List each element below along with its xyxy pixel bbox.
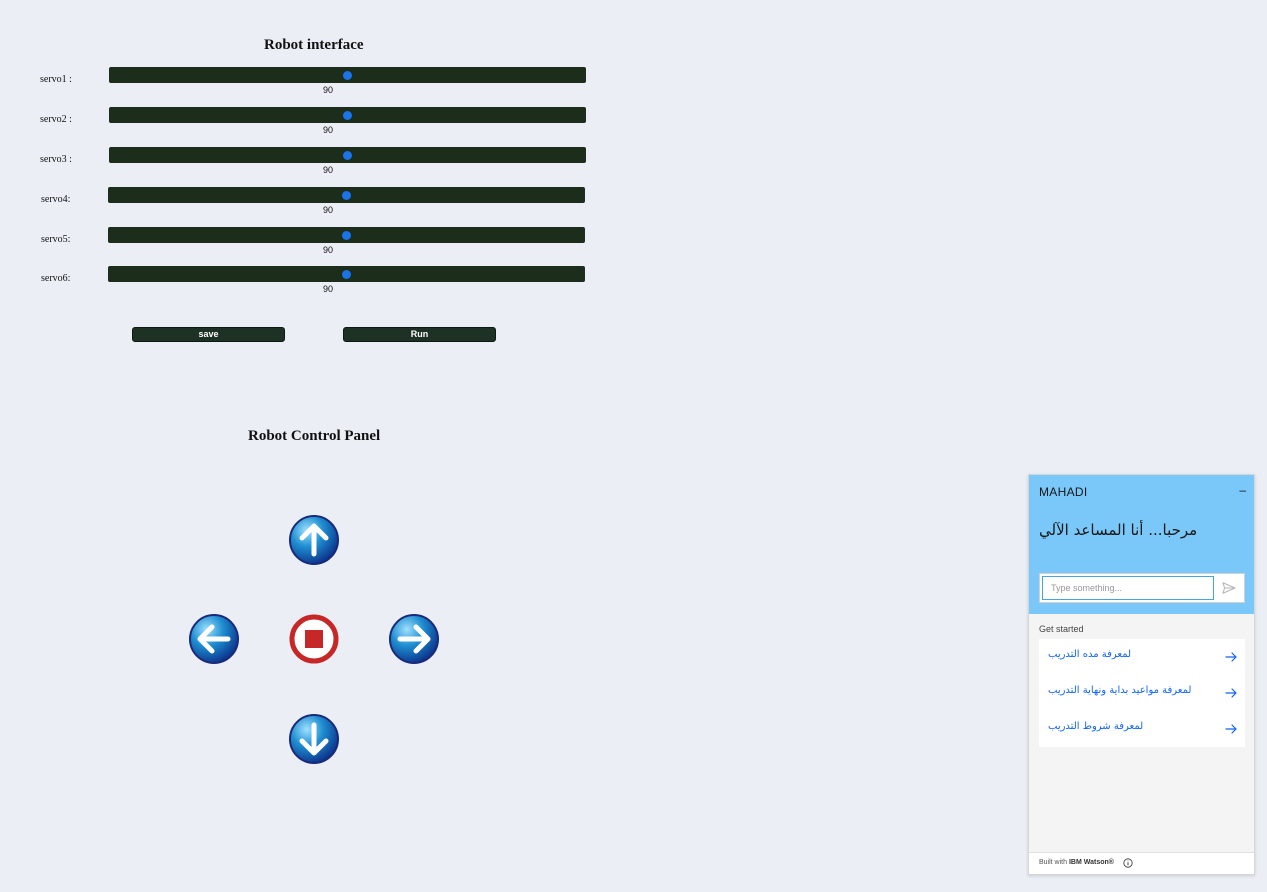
servo-label: servo5: xyxy=(41,234,71,245)
servo-label: servo3 : xyxy=(40,154,72,165)
suggestion-list: لمعرفة مده التدريب لمعرفة مواعيد بداية و… xyxy=(1039,639,1245,747)
send-icon[interactable] xyxy=(1222,581,1236,595)
servo1-slider[interactable] xyxy=(109,67,586,83)
stop-icon xyxy=(289,614,339,664)
servo5-slider[interactable] xyxy=(108,227,585,243)
arrow-right-icon xyxy=(1225,652,1237,662)
arrow-right-icon xyxy=(1225,688,1237,698)
servo-value: 90 xyxy=(323,245,334,255)
servo-value: 90 xyxy=(323,284,334,294)
chat-input[interactable] xyxy=(1042,576,1214,600)
save-button[interactable]: save xyxy=(132,327,285,342)
servo-value: 90 xyxy=(323,205,334,215)
up-arrow-icon xyxy=(289,515,339,565)
chat-header: MAHADI – مرحبا... أنا المساعد الآلي xyxy=(1029,475,1254,614)
servo4-slider[interactable] xyxy=(108,187,585,203)
down-arrow-icon xyxy=(289,714,339,764)
servo-label: servo6: xyxy=(41,273,71,284)
run-button[interactable]: Run xyxy=(343,327,496,342)
slider-thumb[interactable] xyxy=(343,71,352,80)
minus-icon[interactable]: – xyxy=(1239,483,1246,497)
servo-label: servo1 : xyxy=(40,74,72,85)
servo3-slider[interactable] xyxy=(109,147,586,163)
right-button[interactable] xyxy=(388,613,440,665)
info-icon[interactable] xyxy=(1123,858,1133,868)
servo-label: servo2 : xyxy=(40,114,72,125)
servo6-slider[interactable] xyxy=(108,266,585,282)
servo2-slider[interactable] xyxy=(109,107,586,123)
suggestion-item[interactable]: لمعرفة مواعيد بداية ونهاية التدريب xyxy=(1039,675,1245,711)
servo-label: servo4: xyxy=(41,194,71,205)
chat-input-container xyxy=(1039,573,1245,603)
suggestion-text: لمعرفة شروط التدريب xyxy=(1048,721,1144,732)
control-panel-title: Robot Control Panel xyxy=(248,428,381,444)
suggestion-text: لمعرفة مده التدريب xyxy=(1048,649,1132,660)
footer-brand: IBM Watson® xyxy=(1068,859,1114,866)
right-arrow-icon xyxy=(389,614,439,664)
arrow-right-icon xyxy=(1225,724,1237,734)
footer-prefix: Built with xyxy=(1039,859,1068,866)
get-started-label: Get started xyxy=(1039,624,1084,634)
slider-thumb[interactable] xyxy=(342,231,351,240)
chat-footer: Built with IBM Watson® xyxy=(1029,852,1254,874)
footer-text: Built with IBM Watson® xyxy=(1039,859,1114,866)
chat-widget: MAHADI – مرحبا... أنا المساعد الآلي Get … xyxy=(1028,474,1255,875)
slider-thumb[interactable] xyxy=(343,111,352,120)
suggestion-item[interactable]: لمعرفة شروط التدريب xyxy=(1039,711,1245,747)
servo-value: 90 xyxy=(323,125,334,135)
interface-title: Robot interface xyxy=(264,37,364,53)
chat-bot-name: MAHADI xyxy=(1039,485,1088,499)
stop-button[interactable] xyxy=(288,613,340,665)
servo-value: 90 xyxy=(323,165,334,175)
suggestion-item[interactable]: لمعرفة مده التدريب xyxy=(1039,639,1245,675)
left-arrow-icon xyxy=(189,614,239,664)
slider-thumb[interactable] xyxy=(342,191,351,200)
chat-greeting: مرحبا... أنا المساعد الآلي xyxy=(1039,521,1198,539)
slider-thumb[interactable] xyxy=(342,270,351,279)
slider-thumb[interactable] xyxy=(343,151,352,160)
up-button[interactable] xyxy=(288,514,340,566)
down-button[interactable] xyxy=(288,713,340,765)
suggestion-text: لمعرفة مواعيد بداية ونهاية التدريب xyxy=(1048,685,1192,696)
left-button[interactable] xyxy=(188,613,240,665)
servo-value: 90 xyxy=(323,85,334,95)
